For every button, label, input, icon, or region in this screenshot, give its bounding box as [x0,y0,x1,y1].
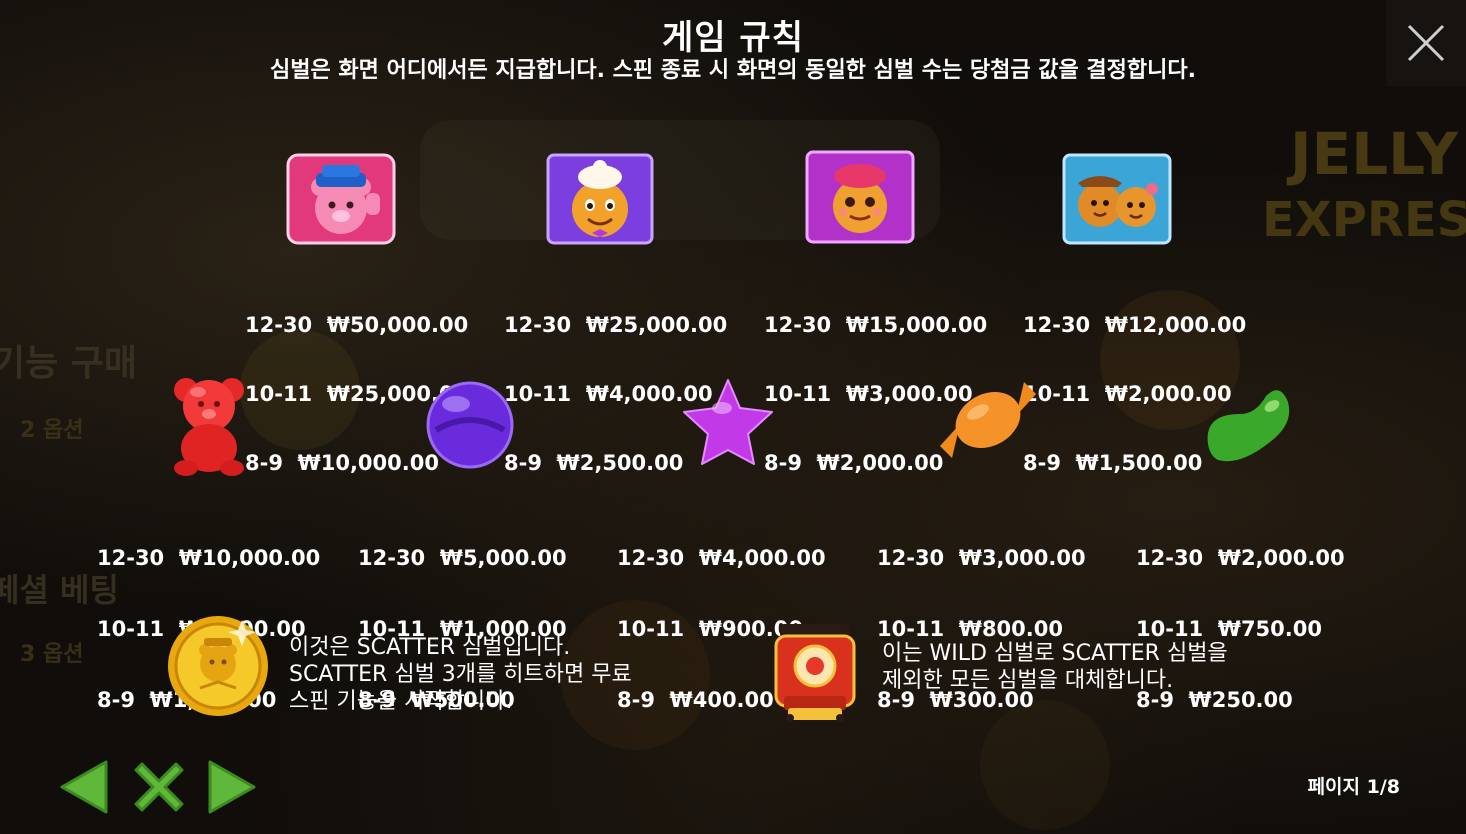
purple-star-candy-icon [683,379,773,465]
paytable-orange-wrapped-candy: 12-30 ₩3,000.00 10-11 ₩800.00 8-9 ₩300.0… [877,498,1086,735]
pay-line: 12-30 ₩25,000.00 [504,313,728,337]
purple-lollipop-icon [426,381,514,469]
wild-description: 이는 WILD 심벌로 SCATTER 심벌을 제외한 모든 심벌을 대체합니다… [882,640,1228,694]
bg-feature-buy-text: 기능 구매 [0,343,138,384]
prev-page-button[interactable] [56,758,110,816]
next-page-button[interactable] [206,758,260,816]
pay-line: 12-30 ₩10,000.00 [97,546,321,570]
gingerbread-girl-icon [805,150,915,244]
pay-line: 12-30 ₩15,000.00 [764,313,988,337]
wild-line: 이는 WILD 심벌로 SCATTER 심벌을 [882,641,1228,666]
pay-line: 12-30 ₩12,000.00 [1023,313,1247,337]
pay-line: 12-30 ₩4,000.00 [617,546,826,570]
pay-line: 12-30 ₩2,000.00 [1136,546,1345,570]
gingerbread-couple-icon [1062,153,1172,245]
pay-line: 12-30 ₩3,000.00 [877,546,1086,570]
page-indicator: 페이지 1/8 [1307,776,1400,798]
bg-logo-jelly: JELLY [1290,120,1459,188]
scatter-description: 이것은 SCATTER 심벌입니다. SCATTER 심벌 3개를 히트하면 무… [289,634,632,715]
bear-conductor-icon [286,153,396,245]
orange-wrapped-candy-icon [940,382,1036,458]
pay-line: 12-30 ₩5,000.00 [358,546,567,570]
scatter-line: SCATTER 심벌 3개를 히트하면 무료 [289,662,632,687]
pay-line: 10-11 ₩800.00 [877,617,1063,641]
pay-line: 12-30 ₩50,000.00 [245,313,469,337]
wild-line: 제외한 모든 심벌을 대체합니다. [882,668,1174,693]
bg-logo-express: EXPRESS [1262,192,1466,248]
arrow-left-icon [60,760,108,814]
paytable-green-jellybean: 12-30 ₩2,000.00 10-11 ₩750.00 8-9 ₩250.0… [1136,498,1345,735]
green-jellybean-icon [1207,390,1290,462]
page-subtitle: 심벌은 화면 어디에서든 지급합니다. 스핀 종료 시 화면의 동일한 심벌 수… [270,58,1196,83]
gold-coin-scatter-icon [168,616,268,716]
gingerbread-chef-icon [546,153,654,245]
scatter-line: 이것은 SCATTER 심벌입니다. [289,635,571,660]
x-icon [134,762,184,812]
bg-option-text: 2 옵션 [20,418,84,443]
scatter-line: 스핀 기능을 시작합니다. [289,689,513,714]
pay-line: 10-11 ₩750.00 [1136,617,1322,641]
exit-rules-button[interactable] [128,756,190,818]
red-gummy-bear-icon [174,378,244,476]
bg-option-text: 3 옵션 [20,642,84,667]
arrow-right-icon [208,760,256,814]
train-wild-icon [774,624,856,722]
